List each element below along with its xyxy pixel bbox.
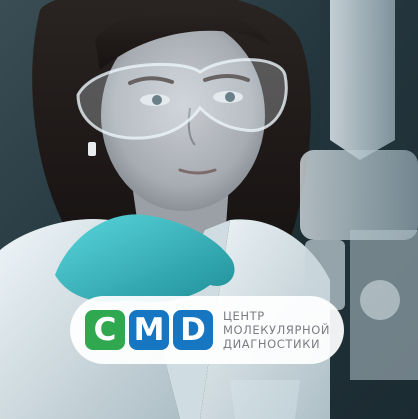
logo-caption-line-3: ДИАГНОСТИКИ	[223, 337, 321, 351]
logo-letter-m: M	[129, 310, 169, 350]
cmd-logo-mark: C M D	[85, 310, 213, 350]
logo-caption-line-1: ЦЕНТР	[223, 309, 265, 323]
photo-scene: C M D ЦЕНТР МОЛЕКУЛЯРНОЙ ДИАГНОСТИКИ	[0, 0, 418, 419]
logo-letter-d: D	[173, 310, 213, 350]
logo-caption-line-2: МОЛЕКУЛЯРНОЙ	[223, 323, 331, 337]
logo-caption: ЦЕНТР МОЛЕКУЛЯРНОЙ ДИАГНОСТИКИ	[223, 309, 330, 351]
cmd-logo-banner: C M D ЦЕНТР МОЛЕКУЛЯРНОЙ ДИАГНОСТИКИ	[70, 296, 344, 364]
microscope	[330, 0, 395, 160]
safety-goggles	[76, 58, 288, 140]
logo-letter-c: C	[85, 310, 125, 350]
